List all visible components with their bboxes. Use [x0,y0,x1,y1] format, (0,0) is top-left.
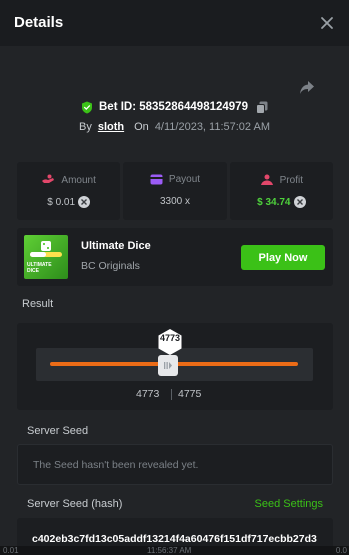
range-low: 4773 [136,388,160,400]
share-icon[interactable] [298,78,316,96]
play-now-button[interactable]: Play Now [241,245,325,270]
stat-label: Payout [168,174,201,185]
background-left-text: 0.01 [3,546,19,555]
server-seed-hash-value: c402eb3c7fd13c05addf13214f4a60476f151df7… [32,533,317,545]
game-thumbnail[interactable]: ULTIMATE DICE [24,235,68,279]
background-strip: 0.01 11:56:37 AM 0.0 [0,546,349,555]
stat-label: Profit [279,174,303,186]
thumb-text: ULTIMATE DICE [27,262,52,274]
by-label: By [79,121,92,133]
game-name: Ultimate Dice [81,240,151,252]
stat-amount: Amount $ 0.01 [17,162,121,220]
bet-meta-row: By sloth On 4/11/2023, 11:57:02 AM [0,119,349,135]
payout-icon [150,174,163,185]
bet-id: Bet ID: 58352864498124979 [99,101,248,113]
amount-icon [42,174,55,183]
result-label: Result [22,298,54,310]
range-divider [171,389,172,400]
profit-icon [260,174,273,185]
game-provider: BC Originals [81,260,140,272]
coin-icon [78,196,91,208]
verified-shield-icon [82,101,92,113]
user-link[interactable]: sloth [98,121,124,133]
game-card: ULTIMATE DICE Ultimate Dice BC Originals… [17,228,333,286]
page-title: Details [14,14,64,31]
coin-icon [293,196,306,208]
background-center-text: 11:56:37 AM [147,546,192,555]
roll-value: 4773 [159,333,181,343]
result-panel: 4773 4773 4775 [17,323,333,410]
background-right-text: 0.0 [335,546,347,555]
range-high: 4775 [178,388,202,400]
stat-value: $ 34.74 [257,196,291,208]
server-seed-field: The Seed hasn't been revealed yet. [17,444,333,485]
details-panel: Details Bet ID: 58352864498124979 By slo… [0,0,349,555]
on-label: On [134,121,149,133]
server-seed-hash-label: Server Seed (hash) [27,498,123,510]
stat-label: Amount [61,174,96,186]
close-icon[interactable] [319,15,335,31]
server-seed-text: The Seed hasn't been revealed yet. [33,459,199,471]
handle-grip-icon [164,362,172,369]
copy-icon[interactable] [255,101,268,114]
stat-value: $ 0.01 [47,196,76,208]
bet-stats: Amount $ 0.01 Payout 3300 x Profit $ 34.… [17,162,333,220]
stat-value: 3300 x [159,196,190,207]
seed-settings-link[interactable]: Seed Settings [255,498,324,510]
bet-id-row: Bet ID: 58352864498124979 [0,98,349,116]
stat-payout: Payout 3300 x [123,162,227,220]
panel-header: Details [0,0,349,46]
server-seed-label: Server Seed [27,425,89,437]
stat-profit: Profit $ 34.74 [229,162,333,220]
bet-date: 4/11/2023, 11:57:02 AM [154,121,270,133]
slider-handle[interactable] [158,355,178,376]
